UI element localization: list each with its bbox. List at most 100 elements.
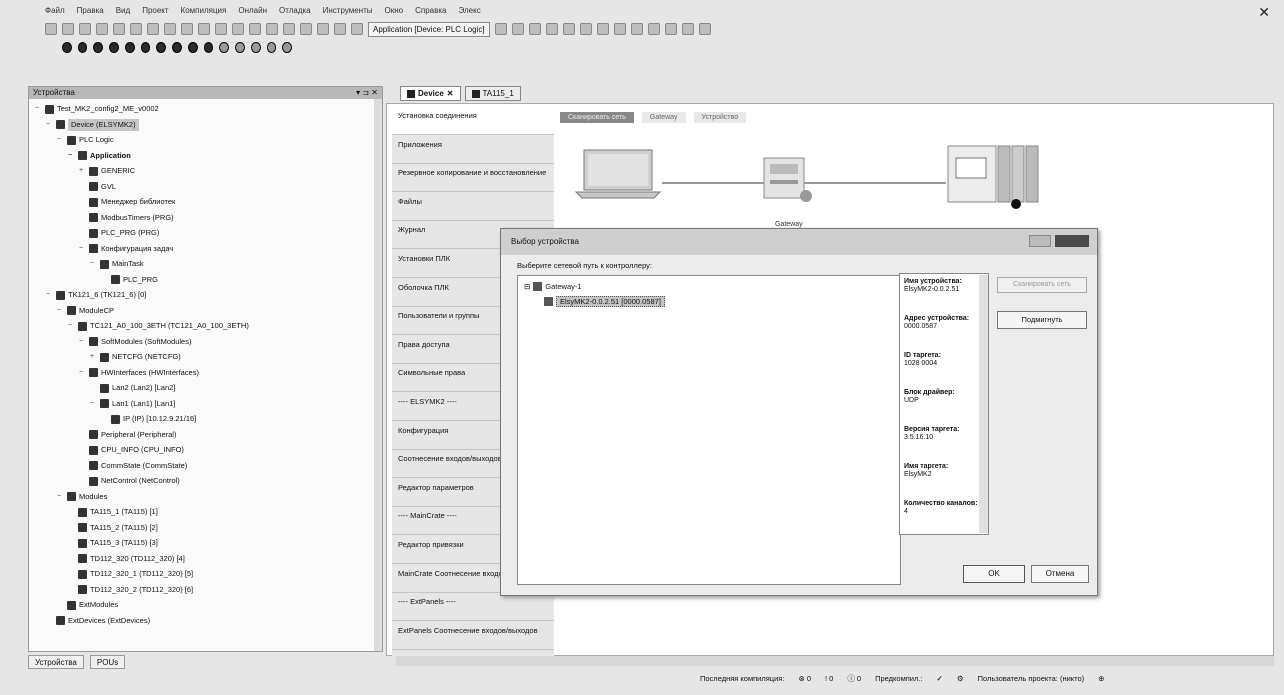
tree-item[interactable]: − Application <box>68 150 131 162</box>
tree-item[interactable]: + NETCFG (NETCFG) <box>90 351 181 363</box>
save-icon[interactable] <box>79 23 91 35</box>
collapse-icon[interactable]: − <box>57 134 64 146</box>
expand-icon[interactable]: + <box>90 351 97 363</box>
tree-item[interactable]: Peripheral (Peripheral) <box>79 429 176 441</box>
element-button-10-icon[interactable] <box>203 41 214 53</box>
force-values-icon[interactable] <box>647 23 660 35</box>
collapse-icon[interactable]: − <box>90 258 97 270</box>
collapse-icon[interactable]: − <box>90 398 97 410</box>
tree-item[interactable]: − TC121_A0_100_3ETH (TC121_A0_100_3ETH) <box>68 320 249 332</box>
replace-icon[interactable] <box>232 23 244 35</box>
cut-icon[interactable] <box>147 23 159 35</box>
menu-build[interactable]: Компиляция <box>181 6 227 15</box>
copy-icon[interactable] <box>164 23 176 35</box>
open-icon[interactable] <box>62 23 74 35</box>
new-file-icon[interactable] <box>45 23 57 35</box>
collapse-icon[interactable]: − <box>68 150 75 162</box>
reset-icon[interactable] <box>562 23 575 35</box>
tree-item[interactable]: IP (IP) [10.12.9.21/16] <box>101 413 196 425</box>
element-button-15-icon[interactable] <box>282 41 293 53</box>
tree-item[interactable]: Менеджер библиотек <box>79 196 175 208</box>
editor-horizontal-scrollbar[interactable] <box>396 656 1274 666</box>
tree-item[interactable]: − SoftModules (SoftModules) <box>79 336 191 348</box>
settings-icon[interactable]: ⚙ <box>957 674 964 683</box>
element-button-4-icon[interactable] <box>109 41 119 53</box>
tree-item[interactable]: PLC_PRG <box>101 274 158 286</box>
step-into-icon[interactable] <box>613 23 626 35</box>
collapse-icon[interactable]: − <box>79 367 86 379</box>
tree-item[interactable]: GVL <box>79 181 116 193</box>
login-icon[interactable] <box>494 23 507 35</box>
element-button-14-icon[interactable] <box>266 41 277 53</box>
element-button-1-icon[interactable] <box>62 41 72 53</box>
menu-edit[interactable]: Правка <box>77 6 104 15</box>
menu-tools[interactable]: Инструменты <box>323 6 373 15</box>
gateway-icon[interactable] <box>762 156 814 204</box>
tree-item[interactable]: TA115_2 (TA115) [2] <box>68 522 158 534</box>
tree-item[interactable]: Lan2 (Lan2) [Lan2] <box>90 382 175 394</box>
element-button-5-icon[interactable] <box>124 41 135 53</box>
active-application-select[interactable]: Application [Device: PLC Logic] <box>368 21 490 37</box>
close-tab-icon[interactable]: ✕ <box>447 87 454 101</box>
build-icon[interactable] <box>317 23 329 35</box>
element-button-11-icon[interactable] <box>219 41 230 53</box>
tree-item[interactable]: PLC_PRG (PRG) <box>79 227 159 239</box>
tree-item[interactable]: TD112_320_1 (TD112_320) [5] <box>68 568 193 580</box>
step-over-icon[interactable] <box>596 23 609 35</box>
tree-item[interactable]: − Device (ELSYMK2) <box>46 118 139 131</box>
write-values-icon[interactable] <box>664 23 677 35</box>
tree-item[interactable]: − Конфигурация задач <box>79 243 173 255</box>
tab-ta115[interactable]: TA115_1 <box>464 86 521 101</box>
tree-item[interactable]: − PLC Logic <box>57 134 114 146</box>
info-scrollbar[interactable] <box>979 275 988 533</box>
tree-item[interactable]: ExtDevices (ExtDevices) <box>46 615 150 627</box>
comment-icon[interactable] <box>698 23 711 35</box>
bookmark-icon[interactable] <box>249 23 261 35</box>
dialog-close-icon[interactable] <box>1055 235 1089 247</box>
tab-pous[interactable]: POUs <box>89 655 126 669</box>
tree-item[interactable]: − Test_MK2_config2_ME_v0002 <box>35 103 159 115</box>
menu-window[interactable]: Окно <box>385 6 404 15</box>
undo-icon[interactable] <box>113 23 125 35</box>
tab-devices[interactable]: Устройства <box>28 655 84 669</box>
rebuild-icon[interactable] <box>334 23 346 35</box>
controller-icon[interactable] <box>946 144 1044 210</box>
breakpoint-icon[interactable] <box>579 23 592 35</box>
expand-icon[interactable]: + <box>79 165 86 177</box>
tree-item[interactable]: TD112_320 (TD112_320) [4] <box>68 553 185 565</box>
cancel-button[interactable]: Отмена <box>1031 565 1089 583</box>
tab-device-menu[interactable]: Устройство <box>693 112 747 123</box>
collapse-icon[interactable]: − <box>79 243 86 255</box>
tree-item[interactable]: ModbusTimers (PRG) <box>79 212 174 224</box>
nav-item[interactable]: ---- ExtPanels ---- <box>392 594 554 622</box>
nav-item[interactable]: Резервное копирование и восстановление <box>392 165 554 193</box>
menu-project[interactable]: Проект <box>142 6 168 15</box>
collapse-icon[interactable]: ⊟ <box>524 282 530 291</box>
minimize-icon[interactable] <box>1029 235 1051 247</box>
element-button-9-icon[interactable] <box>187 41 198 53</box>
menu-file[interactable]: Файл <box>45 6 65 15</box>
nav-item[interactable]: ExtPanels Соотнесение входов/выходов <box>392 623 554 650</box>
stop-icon[interactable] <box>545 23 558 35</box>
element-button-8-icon[interactable] <box>172 41 182 53</box>
tree-item[interactable]: + GENERIC <box>79 165 135 177</box>
tree-item[interactable]: TA115_3 (TA115) [3] <box>68 537 158 549</box>
close-icon[interactable]: ✕ <box>1258 4 1270 21</box>
element-button-7-icon[interactable] <box>156 41 167 53</box>
tree-item[interactable]: − HWInterfaces (HWInterfaces) <box>79 367 199 379</box>
bookmark-next-icon[interactable] <box>266 23 278 35</box>
wink-button[interactable]: Подмигнуть <box>997 311 1087 329</box>
nav-item[interactable]: Приложения <box>392 137 554 164</box>
tree-item[interactable]: TD112_320_2 (TD112_320) [6] <box>68 584 193 596</box>
menu-view[interactable]: Вид <box>116 6 130 15</box>
collapse-icon[interactable]: − <box>35 103 42 115</box>
redo-icon[interactable] <box>130 23 142 35</box>
nav-item[interactable]: Файлы <box>392 194 554 221</box>
menu-elex[interactable]: Элекс <box>459 6 481 15</box>
element-button-13-icon[interactable] <box>250 41 261 53</box>
tree-item[interactable]: − MainTask <box>90 258 144 270</box>
paste-icon[interactable] <box>181 23 193 35</box>
bookmark-prev-icon[interactable] <box>283 23 295 35</box>
tab-scan-network[interactable]: Сканировать сеть <box>560 112 634 123</box>
collapse-icon[interactable]: − <box>68 320 75 332</box>
